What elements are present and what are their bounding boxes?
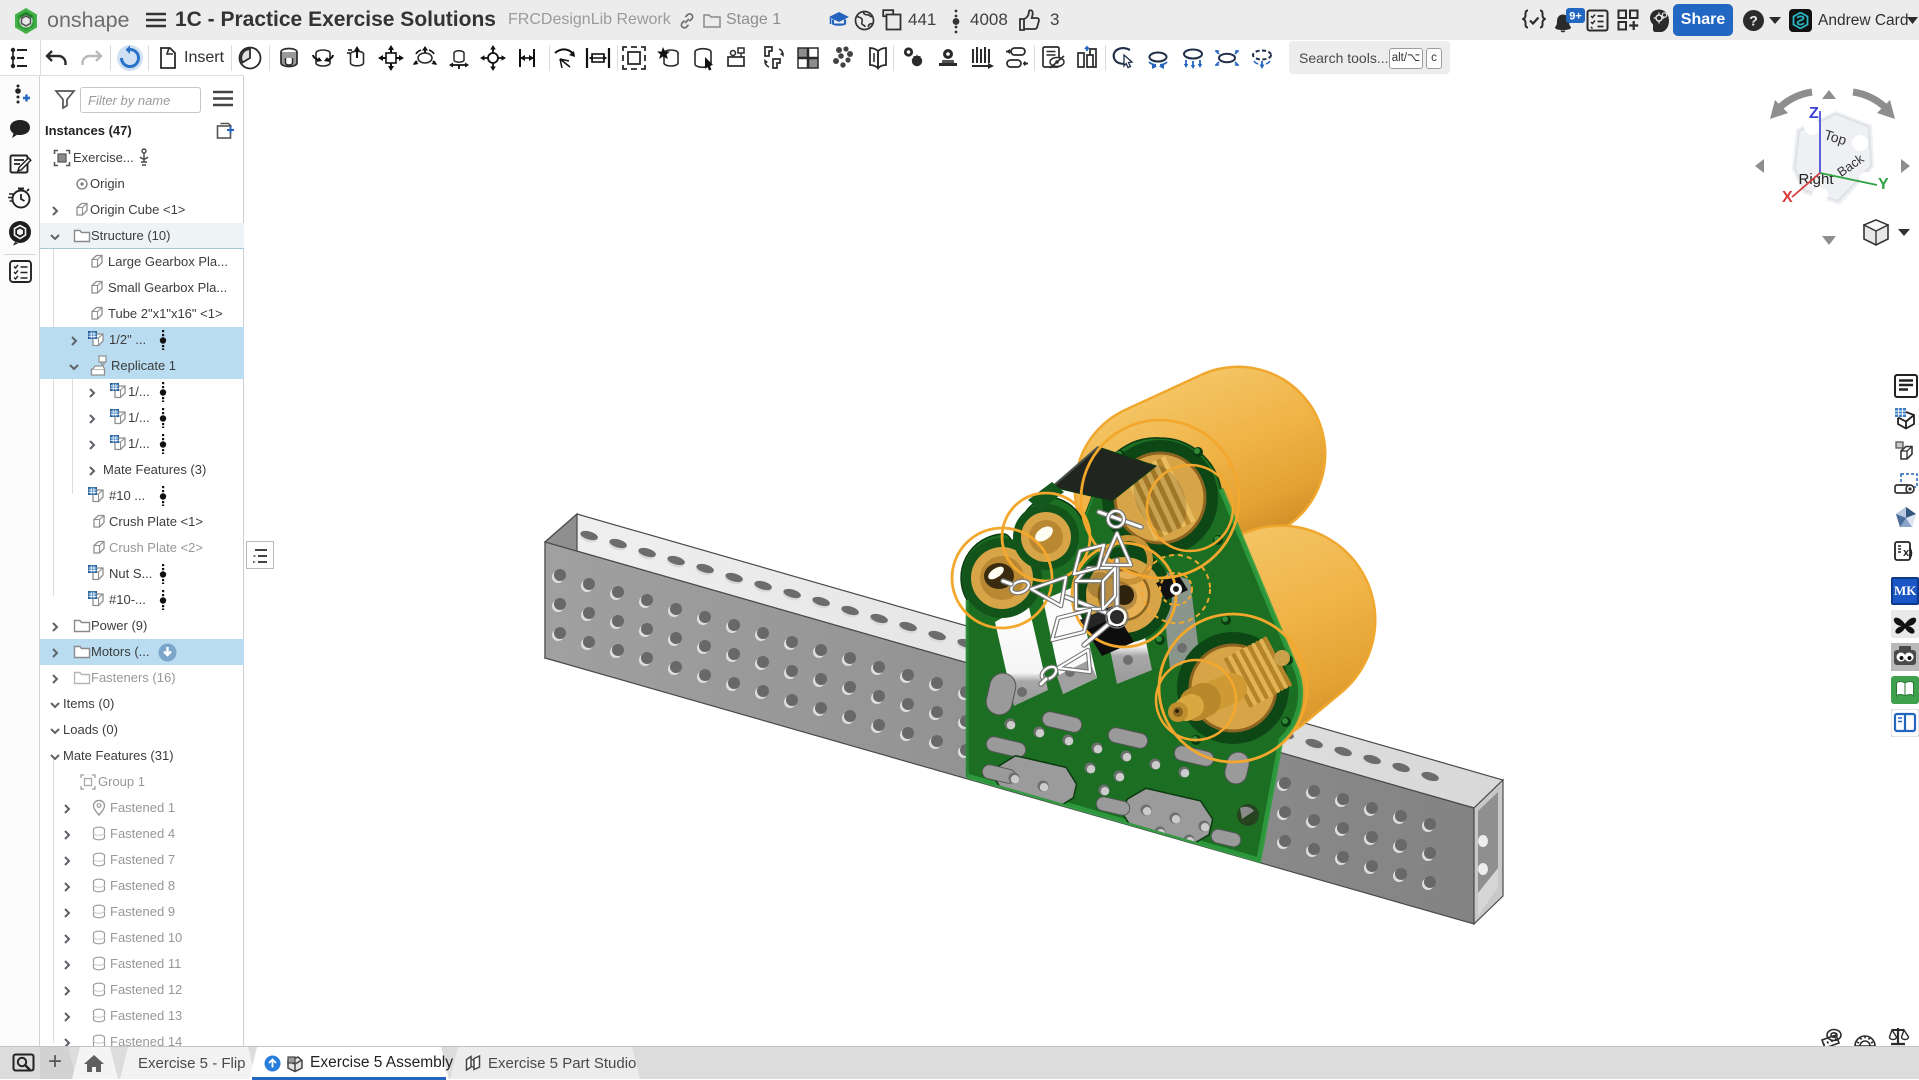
svg-text:9+: 9+ [1569,11,1582,23]
svg-text:Z: Z [1809,105,1819,122]
svg-text:Y: Y [1878,176,1889,193]
svg-text:x): x) [1903,547,1913,559]
svg-text:?: ? [1749,13,1758,29]
svg-text:Right: Right [1798,171,1834,188]
svg-text:X: X [1782,189,1793,206]
